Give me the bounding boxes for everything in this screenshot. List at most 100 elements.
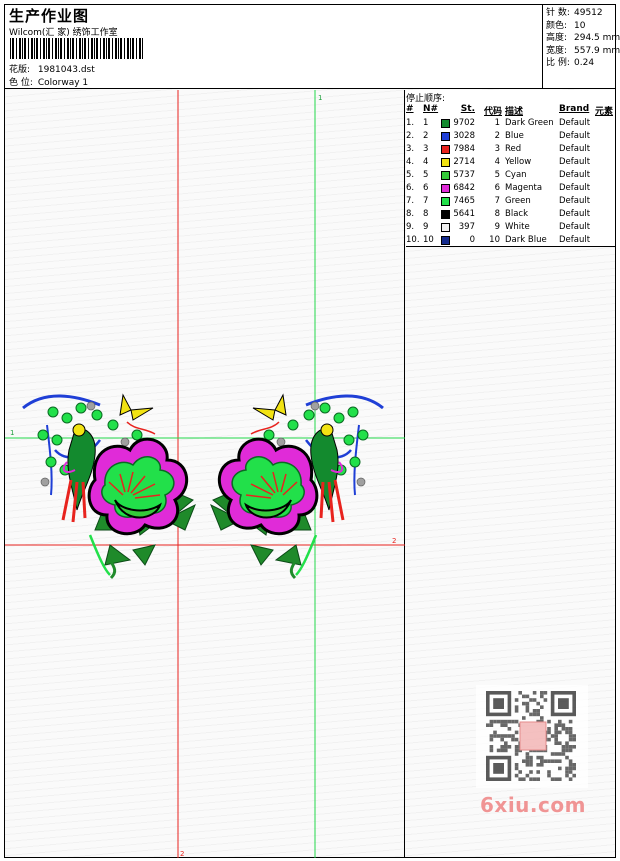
colorway-value: Colorway 1 bbox=[37, 78, 89, 88]
row-stitches: 7465 bbox=[453, 196, 475, 206]
qr-code bbox=[486, 691, 576, 781]
file-label: 花版: bbox=[9, 65, 31, 75]
barcode bbox=[10, 38, 144, 59]
design-canvas: 1 2 1 2 bbox=[5, 90, 405, 858]
table-header: # N# St. 代码 描述 Brand 元素 bbox=[406, 104, 615, 117]
stat-value: 49512 bbox=[574, 8, 603, 18]
stat-value: 557.9 mm bbox=[574, 45, 620, 56]
col-header-stitches: St. bbox=[460, 104, 475, 114]
row-stitches: 9702 bbox=[453, 118, 475, 128]
row-brand: Default bbox=[559, 183, 591, 193]
row-needle: 1 bbox=[423, 118, 429, 128]
row-code: 5 bbox=[494, 170, 500, 180]
guide-marker-2: 2 bbox=[392, 537, 396, 545]
row-stitches: 6842 bbox=[453, 183, 475, 193]
stat-label: 颜色: bbox=[546, 20, 568, 31]
worksheet: 生产作业图 Wilcom(汇 家) 绣饰工作室 花版: 1981043.dst … bbox=[4, 4, 620, 858]
table-row: 1. 1 9702 1 Dark Green Default bbox=[406, 117, 615, 130]
row-stitches: 5641 bbox=[453, 209, 475, 219]
row-description: Dark Blue bbox=[505, 235, 547, 245]
row-needle: 9 bbox=[423, 222, 429, 232]
table-row: 4. 4 2714 4 Yellow Default bbox=[406, 156, 615, 169]
row-needle: 10 bbox=[423, 235, 434, 245]
row-description: Green bbox=[505, 196, 531, 206]
stat-label: 高度: bbox=[546, 33, 568, 43]
row-stitches: 7984 bbox=[453, 144, 475, 154]
row-needle: 8 bbox=[423, 209, 429, 219]
color-sequence-table: 停止顺序: # N# St. 代码 描述 Brand 元素 1. 1 9702 1 Da… bbox=[406, 90, 615, 247]
stat-height: 高度: 294.5 mm bbox=[546, 32, 620, 45]
stat-scale: 比 例: 0.24 bbox=[546, 57, 615, 70]
qr-code-watermark bbox=[476, 685, 588, 788]
row-brand: Default bbox=[559, 196, 591, 206]
color-swatch bbox=[441, 119, 450, 128]
stat-width: 宽度: 557.9 mm bbox=[546, 45, 620, 58]
row-stitches: 397 bbox=[458, 222, 475, 232]
col-header-index: # bbox=[406, 104, 414, 114]
row-index: 8. bbox=[406, 209, 415, 219]
row-brand: Default bbox=[559, 118, 591, 128]
header: 生产作业图 Wilcom(汇 家) 绣饰工作室 花版: 1981043.dst … bbox=[5, 5, 620, 89]
row-code: 8 bbox=[494, 209, 500, 219]
header-info: 生产作业图 Wilcom(汇 家) 绣饰工作室 花版: 1981043.dst … bbox=[5, 5, 543, 89]
row-index: 2. bbox=[406, 131, 415, 141]
color-swatch bbox=[441, 236, 450, 245]
stat-value: 294.5 mm bbox=[574, 33, 620, 43]
colorway-line: 色 位: Colorway 1 bbox=[9, 75, 88, 88]
table-row: 10. 10 0 10 Dark Blue Default bbox=[406, 234, 615, 247]
col-header-code: 代码 bbox=[484, 107, 503, 117]
row-stitches: 5737 bbox=[453, 170, 475, 180]
file-value: 1981043.dst bbox=[37, 65, 95, 75]
embroidery-preview: 1 2 1 2 bbox=[5, 90, 405, 858]
table-row: 9. 9 397 9 White Default bbox=[406, 221, 615, 234]
stat-stitches: 针 数: 49512 bbox=[546, 7, 615, 20]
watermark-text: 6xiu.com bbox=[480, 793, 586, 817]
row-needle: 4 bbox=[423, 157, 429, 167]
stat-value: 10 bbox=[574, 20, 586, 31]
design-stats: 针 数: 49512 颜色: 10 高度: 294.5 mm 宽度: 557.9 mm … bbox=[544, 5, 620, 89]
row-stitches: 2714 bbox=[453, 157, 475, 167]
table-row: 6. 6 6842 6 Magenta Default bbox=[406, 182, 615, 195]
row-code: 3 bbox=[494, 144, 500, 154]
guide-marker-1-top: 1 bbox=[318, 94, 322, 102]
row-index: 6. bbox=[406, 183, 415, 193]
color-swatch bbox=[441, 184, 450, 193]
color-swatch bbox=[441, 158, 450, 167]
table-row: 3. 3 7984 3 Red Default bbox=[406, 143, 615, 156]
page-title: 生产作业图 bbox=[9, 7, 90, 25]
color-swatch bbox=[441, 197, 450, 206]
row-index: 1. bbox=[406, 118, 415, 128]
row-brand: Default bbox=[559, 170, 591, 180]
row-description: Black bbox=[505, 209, 528, 219]
guide-marker-1: 1 bbox=[10, 429, 14, 437]
row-brand: Default bbox=[559, 131, 591, 141]
stat-colors: 颜色: 10 bbox=[546, 20, 615, 33]
color-swatch bbox=[441, 132, 450, 141]
table-row: 5. 5 5737 5 Cyan Default bbox=[406, 169, 615, 182]
table-row: 7. 7 7465 7 Green Default bbox=[406, 195, 615, 208]
row-description: White bbox=[505, 222, 530, 232]
table-row: 8. 8 5641 8 Black Default bbox=[406, 208, 615, 221]
row-brand: Default bbox=[559, 144, 591, 154]
row-index: 5. bbox=[406, 170, 415, 180]
row-brand: Default bbox=[559, 157, 591, 167]
row-brand: Default bbox=[559, 222, 591, 232]
row-brand: Default bbox=[559, 209, 591, 219]
color-swatch bbox=[441, 171, 450, 180]
row-code: 7 bbox=[494, 196, 500, 206]
row-code: 1 bbox=[494, 118, 500, 128]
table-row: 2. 2 3028 2 Blue Default bbox=[406, 130, 615, 143]
row-code: 9 bbox=[494, 222, 500, 232]
row-description: Red bbox=[505, 144, 522, 154]
row-code: 6 bbox=[494, 183, 500, 193]
row-index: 10. bbox=[406, 235, 420, 245]
row-index: 9. bbox=[406, 222, 415, 232]
row-description: Yellow bbox=[505, 157, 532, 167]
col-header-element: 元素 bbox=[595, 107, 614, 117]
stat-label: 比 例: bbox=[546, 58, 570, 68]
row-needle: 2 bbox=[423, 131, 429, 141]
color-swatch bbox=[441, 223, 450, 232]
stat-label: 针 数: bbox=[546, 8, 570, 18]
col-header-needle: N# bbox=[423, 104, 439, 114]
row-needle: 6 bbox=[423, 183, 429, 193]
